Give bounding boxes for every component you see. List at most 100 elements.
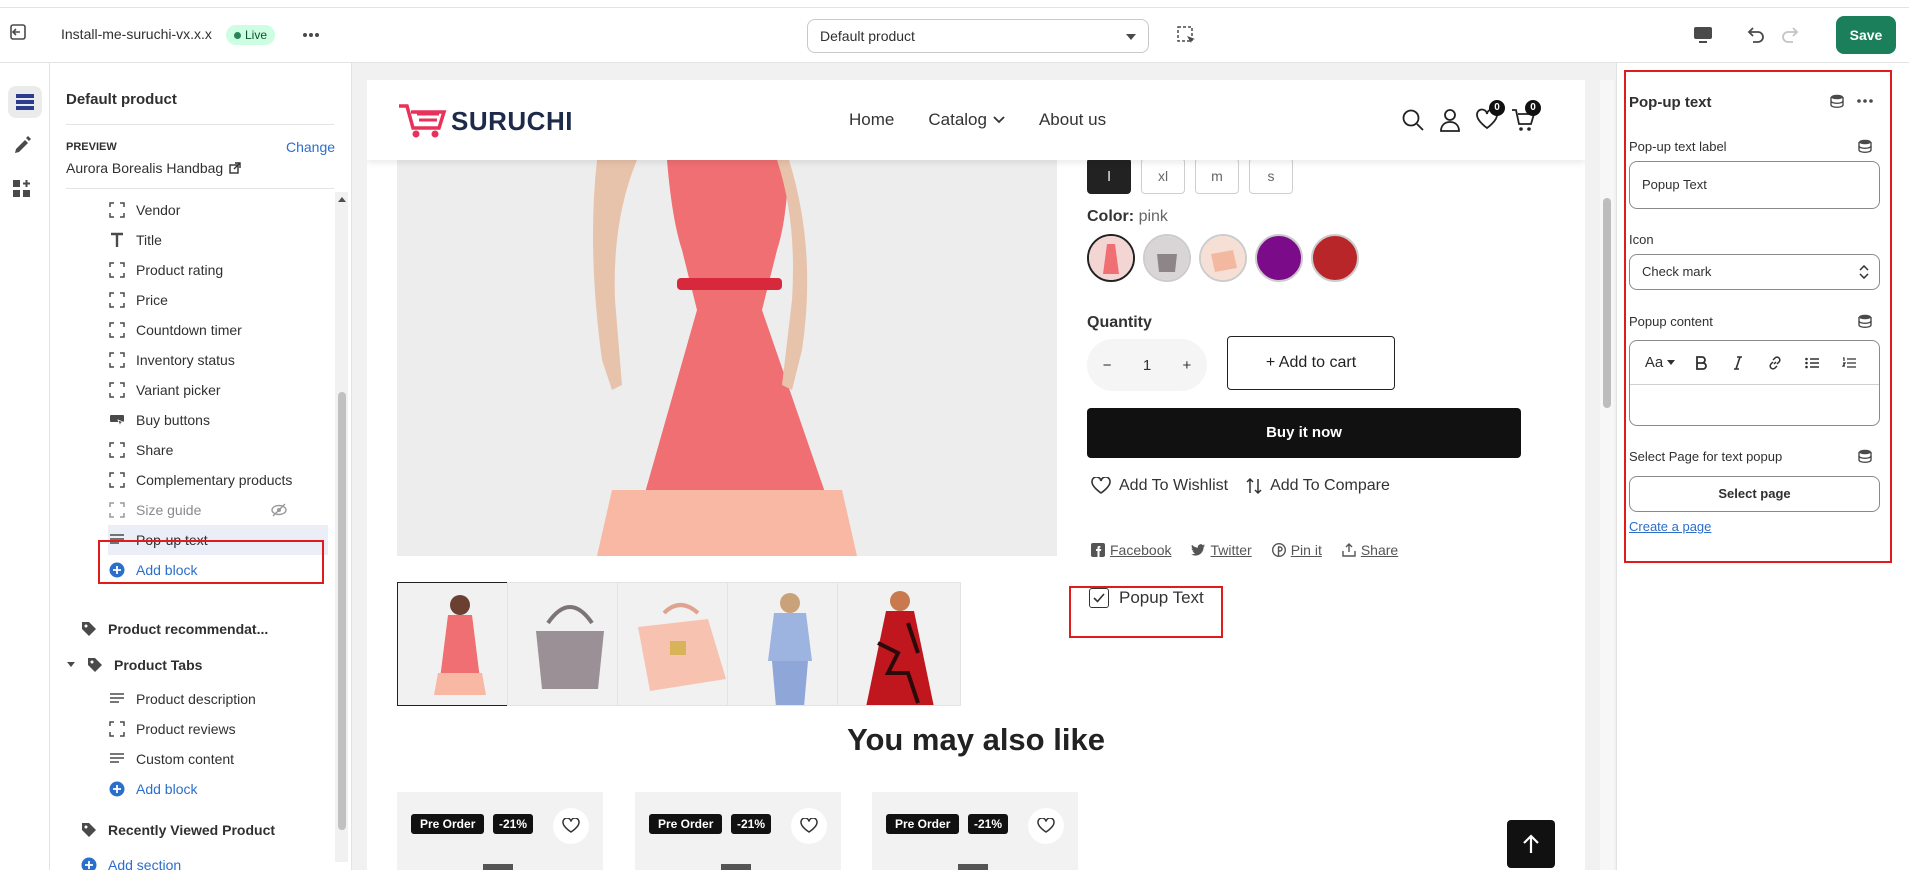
qty-minus-button[interactable]: − <box>1103 357 1112 374</box>
select-page-button[interactable]: Select page <box>1629 476 1880 512</box>
theme-settings-icon[interactable] <box>11 135 33 157</box>
size-option-l[interactable]: l <box>1087 158 1131 194</box>
add-to-cart-button[interactable]: + Add to cart <box>1227 336 1395 390</box>
product-card[interactable]: Pre Order -21% <box>635 792 841 870</box>
store-logo[interactable]: SURUCHI <box>451 106 573 137</box>
block-custom-content[interactable]: Custom content <box>108 744 328 774</box>
link-icon[interactable] <box>1756 355 1793 370</box>
dynamic-source-icon[interactable] <box>1858 314 1872 328</box>
sidebar-title: Default product <box>66 91 177 108</box>
sidebar-scroll-thumb[interactable] <box>338 392 346 830</box>
block-countdown-timer[interactable]: Countdown timer <box>108 315 328 345</box>
scroll-up-arrow-icon[interactable] <box>338 196 346 202</box>
dynamic-source-icon[interactable] <box>1830 94 1844 108</box>
add-to-wishlist-button[interactable]: Add To Wishlist <box>1091 477 1228 495</box>
redo-icon[interactable] <box>1780 24 1802 46</box>
sections-icon[interactable] <box>8 86 42 118</box>
block-product-reviews[interactable]: Product reviews <box>108 714 328 744</box>
section-product-tabs[interactable]: Product Tabs <box>66 650 326 680</box>
color-swatch-pink[interactable] <box>1087 234 1135 282</box>
size-option-xl[interactable]: xl <box>1141 158 1185 194</box>
chevron-down-icon <box>993 116 1005 124</box>
icon-field-label: Icon <box>1629 232 1654 247</box>
icon-select[interactable]: Check mark <box>1629 254 1880 290</box>
section-product-recommendations[interactable]: Product recommendat... <box>80 614 330 644</box>
undo-icon[interactable] <box>1744 24 1766 46</box>
live-badge: Live <box>226 25 276 45</box>
store-name: Install-me-suruchi-vx.x.x <box>61 26 212 42</box>
block-title[interactable]: Title <box>108 225 328 255</box>
card-wishlist-icon[interactable] <box>1028 808 1064 844</box>
thumbnail-1[interactable] <box>397 582 521 706</box>
add-section-button[interactable]: Add section <box>80 850 330 870</box>
card-wishlist-icon[interactable] <box>553 808 589 844</box>
color-swatch-grey[interactable] <box>1143 234 1191 282</box>
block-price[interactable]: Price <box>108 285 328 315</box>
product-card[interactable]: Pre Order -21% <box>397 792 603 870</box>
share-twitter-link[interactable]: Twitter <box>1191 542 1252 558</box>
block-vendor[interactable]: Vendor <box>108 195 328 225</box>
qty-value[interactable]: 1 <box>1143 357 1151 374</box>
save-button[interactable]: Save <box>1836 16 1896 54</box>
thumbnail-4[interactable] <box>727 582 851 706</box>
qty-plus-button[interactable]: + <box>1183 357 1192 374</box>
block-buy-buttons[interactable]: Buy buttons <box>108 405 328 435</box>
add-block-button[interactable]: Add block <box>108 774 328 804</box>
thumbnail-5[interactable] <box>837 582 961 706</box>
bullet-list-icon[interactable] <box>1793 357 1830 369</box>
create-page-link[interactable]: Create a page <box>1629 519 1711 534</box>
block-share[interactable]: Share <box>108 435 328 465</box>
popup-content-editor[interactable]: Aa <box>1629 340 1880 426</box>
nav-home[interactable]: Home <box>849 110 894 130</box>
block-product-rating[interactable]: Product rating <box>108 255 328 285</box>
thumbnail-2[interactable] <box>507 582 631 706</box>
numbered-list-icon[interactable] <box>1830 356 1867 369</box>
desktop-view-icon[interactable] <box>1692 25 1714 45</box>
block-complementary-products[interactable]: Complementary products <box>108 465 328 495</box>
size-option-m[interactable]: m <box>1195 158 1239 194</box>
color-swatch-purple[interactable] <box>1255 234 1303 282</box>
font-style-dropdown[interactable]: Aa <box>1638 354 1682 371</box>
dynamic-source-icon[interactable] <box>1858 139 1872 153</box>
cart-icon[interactable]: 0 <box>1511 100 1541 132</box>
dynamic-source-icon[interactable] <box>1858 449 1872 463</box>
color-swatch-red[interactable] <box>1311 234 1359 282</box>
exit-icon[interactable] <box>8 22 28 42</box>
thumbnail-3[interactable] <box>617 582 741 706</box>
block-inventory-status[interactable]: Inventory status <box>108 345 328 375</box>
back-to-top-button[interactable] <box>1507 820 1555 868</box>
preview-product[interactable]: Aurora Borealis Handbag <box>66 160 241 176</box>
share-generic-link[interactable]: Share <box>1342 542 1398 558</box>
wishlist-heart-icon[interactable]: 0 <box>1475 100 1505 130</box>
more-options-icon[interactable] <box>300 25 322 45</box>
template-select[interactable]: Default product <box>807 19 1149 53</box>
buy-it-now-button[interactable]: Buy it now <box>1087 408 1521 458</box>
hidden-eye-icon[interactable] <box>270 502 288 518</box>
nav-catalog[interactable]: Catalog <box>928 110 1005 130</box>
share-facebook-link[interactable]: Facebook <box>1091 542 1171 558</box>
search-icon[interactable] <box>1401 108 1425 132</box>
size-option-s[interactable]: s <box>1249 158 1293 194</box>
main-product-image[interactable] <box>397 160 1057 556</box>
section-recently-viewed[interactable]: Recently Viewed Product <box>80 815 330 845</box>
account-icon[interactable] <box>1439 108 1461 132</box>
bold-icon[interactable] <box>1682 355 1719 370</box>
block-product-description[interactable]: Product description <box>108 684 328 714</box>
block-variant-picker[interactable]: Variant picker <box>108 375 328 405</box>
card-wishlist-icon[interactable] <box>791 808 827 844</box>
inspector-icon[interactable] <box>1176 25 1198 47</box>
add-to-compare-button[interactable]: Add To Compare <box>1246 477 1390 495</box>
block-size-guide[interactable]: Size guide <box>108 495 328 525</box>
more-options-icon[interactable] <box>1855 94 1875 108</box>
popup-label-input[interactable]: Popup Text <box>1629 161 1880 209</box>
apps-icon[interactable] <box>11 178 33 200</box>
nav-about[interactable]: About us <box>1039 110 1106 130</box>
canvas-scroll-thumb[interactable] <box>1603 198 1611 408</box>
share-pinterest-link[interactable]: Pin it <box>1271 542 1322 558</box>
italic-icon[interactable] <box>1719 355 1756 370</box>
product-card[interactable]: Pre Order -21% <box>872 792 1078 870</box>
quantity-stepper[interactable]: − 1 + <box>1087 339 1207 391</box>
color-swatch-peach[interactable] <box>1199 234 1247 282</box>
cart-logo-icon[interactable] <box>397 100 447 140</box>
change-preview-link[interactable]: Change <box>286 139 335 155</box>
